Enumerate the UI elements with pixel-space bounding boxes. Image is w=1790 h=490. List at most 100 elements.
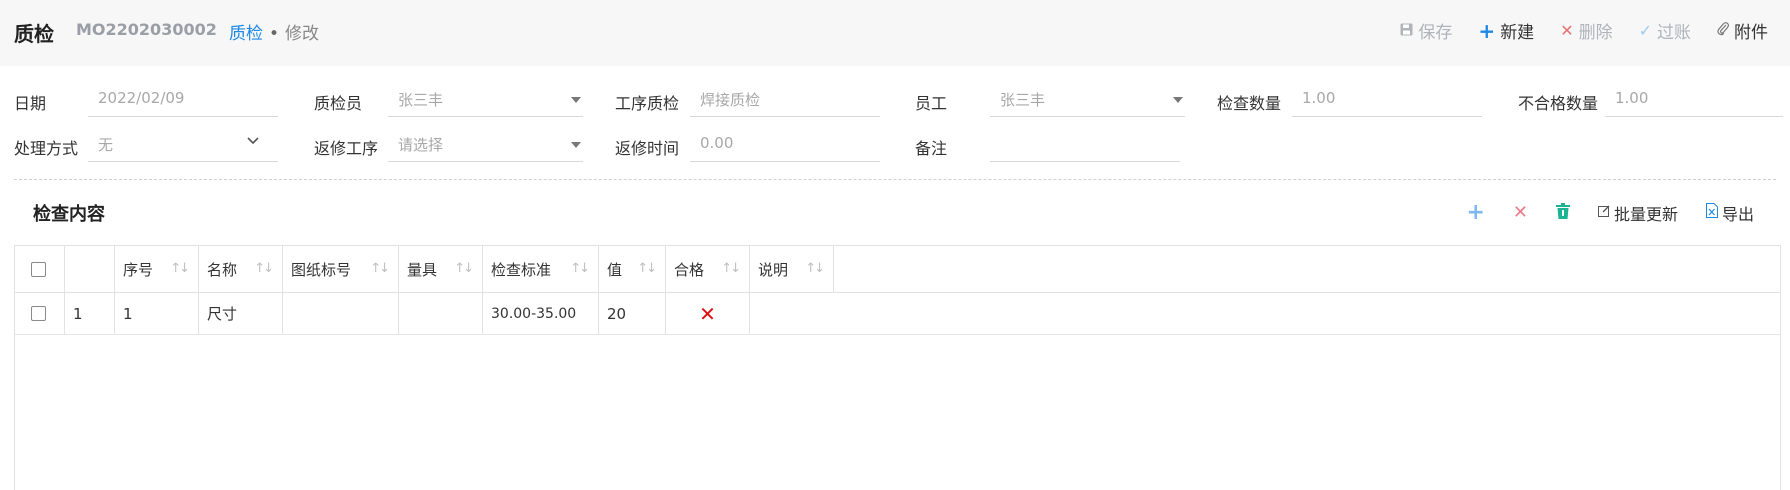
breadcrumb-mode: 修改: [285, 24, 320, 44]
column-header-label: 检查标准: [491, 260, 552, 279]
value-cell[interactable]: 20: [599, 293, 666, 334]
pass-cell[interactable]: ✕: [666, 293, 750, 334]
column-header-pass[interactable]: 合格 ↑↓: [666, 246, 750, 292]
standard-cell[interactable]: 30.00-35.00: [483, 293, 599, 334]
column-header-name[interactable]: 名称 ↑↓: [199, 246, 283, 292]
excel-file-icon: [1705, 203, 1718, 222]
fail-qty-label: 不合格数量: [1518, 94, 1599, 113]
select-all-checkbox[interactable]: [31, 261, 46, 277]
delete-button[interactable]: ✕ 删除: [1560, 18, 1612, 43]
rework-time-field[interactable]: 0.00: [690, 128, 880, 162]
process-qc-label: 工序质检: [615, 94, 680, 113]
export-button[interactable]: 导出: [1705, 201, 1754, 225]
remove-row-button[interactable]: ✕: [1513, 202, 1528, 223]
date-label: 日期: [14, 94, 47, 113]
close-icon: ✕: [1512, 202, 1528, 223]
sort-icon: ↑↓: [454, 261, 474, 276]
column-header-standard[interactable]: 检查标准 ↑↓: [483, 246, 599, 292]
export-label: 导出: [1721, 204, 1754, 224]
column-header-drawing-no[interactable]: 图纸标号 ↑↓: [283, 246, 399, 292]
clear-rows-button[interactable]: [1555, 202, 1570, 223]
date-value: 2022/02/09: [98, 89, 185, 107]
column-header-label: 图纸标号: [291, 260, 352, 279]
note-cell[interactable]: [750, 293, 1780, 334]
new-label: 新建: [1500, 23, 1535, 43]
gauge-cell[interactable]: [399, 293, 483, 334]
sort-icon: ↑↓: [637, 261, 657, 276]
sort-icon: ↑↓: [170, 261, 190, 276]
process-qc-value: 焊接质检: [700, 91, 761, 109]
row-checkbox[interactable]: [31, 306, 46, 321]
breadcrumb-separator: •: [269, 24, 280, 44]
rework-time-value: 0.00: [700, 134, 734, 152]
rework-process-select[interactable]: 请选择: [388, 128, 583, 162]
column-header-label: 值: [607, 260, 623, 279]
edit-icon: [1597, 205, 1610, 221]
sort-icon: ↑↓: [570, 261, 590, 276]
table-row[interactable]: 1 1 尺寸 30.00-35.00 20 ✕: [15, 293, 1780, 335]
column-header-label: 说明: [758, 260, 789, 279]
paperclip-icon: [1717, 21, 1730, 40]
plus-icon: +: [1478, 18, 1496, 43]
process-qc-field[interactable]: 焊接质检: [690, 83, 880, 117]
remark-label: 备注: [915, 139, 948, 158]
column-header-value[interactable]: 值 ↑↓: [599, 246, 666, 292]
inspect-qty-label: 检查数量: [1217, 94, 1282, 113]
batch-update-label: 批量更新: [1613, 204, 1678, 224]
post-button[interactable]: ✓ 过账: [1639, 18, 1691, 43]
column-header-label: 序号: [123, 260, 154, 279]
name-cell[interactable]: 尺寸: [199, 293, 283, 334]
sort-icon: ↑↓: [370, 261, 390, 276]
new-button[interactable]: + 新建: [1478, 18, 1535, 44]
top-bar: 质检 MO2202030002 质检 • 修改 保存 + 新建 ✕ 删除 ✓ 过账 …: [0, 0, 1790, 66]
close-icon: ✕: [1560, 21, 1574, 40]
fail-qty-value: 1.00: [1615, 89, 1649, 107]
breadcrumb-current[interactable]: 质检: [229, 24, 263, 44]
delete-label: 删除: [1578, 23, 1613, 43]
add-row-button[interactable]: +: [1466, 200, 1484, 225]
fail-qty-field[interactable]: 1.00: [1605, 83, 1783, 117]
sort-icon: ↑↓: [721, 261, 741, 276]
document-number: MO2202030002: [76, 20, 217, 39]
remark-field[interactable]: [990, 128, 1180, 162]
caret-down-icon: [571, 97, 581, 103]
section-toolbar: + ✕ 批量更新 导出: [1466, 200, 1754, 225]
inspect-qty-value: 1.00: [1302, 89, 1336, 107]
attach-button[interactable]: 附件: [1717, 18, 1768, 43]
save-icon: [1400, 21, 1413, 40]
trash-icon: [1555, 202, 1570, 223]
rework-process-label: 返修工序: [314, 139, 379, 158]
section-divider: [14, 179, 1776, 180]
row-number-header: [65, 246, 115, 292]
save-button[interactable]: 保存: [1400, 18, 1452, 43]
toolbar: 保存 + 新建 ✕ 删除 ✓ 过账 附件: [1400, 18, 1768, 43]
batch-update-button[interactable]: 批量更新: [1597, 201, 1678, 225]
sort-icon: ↑↓: [254, 261, 274, 276]
column-header-note[interactable]: 说明 ↑↓: [750, 246, 834, 292]
row-number-cell: 1: [65, 293, 115, 334]
employee-label: 员工: [915, 94, 948, 113]
form-row-2: 处理方式 无 返修工序 请选择 返修时间 0.00 备注: [0, 125, 1790, 165]
drawing-no-cell[interactable]: [283, 293, 399, 334]
employee-value: 张三丰: [1000, 91, 1046, 109]
date-field[interactable]: 2022/02/09: [88, 83, 278, 117]
employee-select[interactable]: 张三丰: [990, 83, 1185, 117]
column-header-label: 合格: [674, 260, 705, 279]
inspection-grid: 序号 ↑↓ 名称 ↑↓ 图纸标号 ↑↓ 量具 ↑↓ 检查标准 ↑↓ 值 ↑↓ 合格 ↑↓ 说明…: [14, 245, 1781, 490]
column-header-seq[interactable]: 序号 ↑↓: [115, 246, 199, 292]
rework-time-label: 返修时间: [615, 139, 680, 158]
row-select-cell: [15, 293, 65, 334]
plus-icon: +: [1466, 200, 1485, 225]
inspector-value: 张三丰: [398, 91, 444, 109]
post-label: 过账: [1657, 23, 1691, 43]
seq-cell[interactable]: 1: [115, 293, 199, 334]
grid-header: 序号 ↑↓ 名称 ↑↓ 图纸标号 ↑↓ 量具 ↑↓ 检查标准 ↑↓ 值 ↑↓ 合格 ↑↓ 说明…: [15, 246, 1780, 293]
inspector-select[interactable]: 张三丰: [388, 83, 583, 117]
check-icon: ✓: [1638, 21, 1652, 40]
section-title: 检查内容: [33, 204, 105, 225]
handling-select[interactable]: 无: [88, 128, 278, 162]
column-header-gauge[interactable]: 量具 ↑↓: [399, 246, 483, 292]
save-label: 保存: [1418, 23, 1453, 43]
inspect-qty-field[interactable]: 1.00: [1292, 83, 1482, 117]
column-header-label: 名称: [207, 260, 238, 279]
